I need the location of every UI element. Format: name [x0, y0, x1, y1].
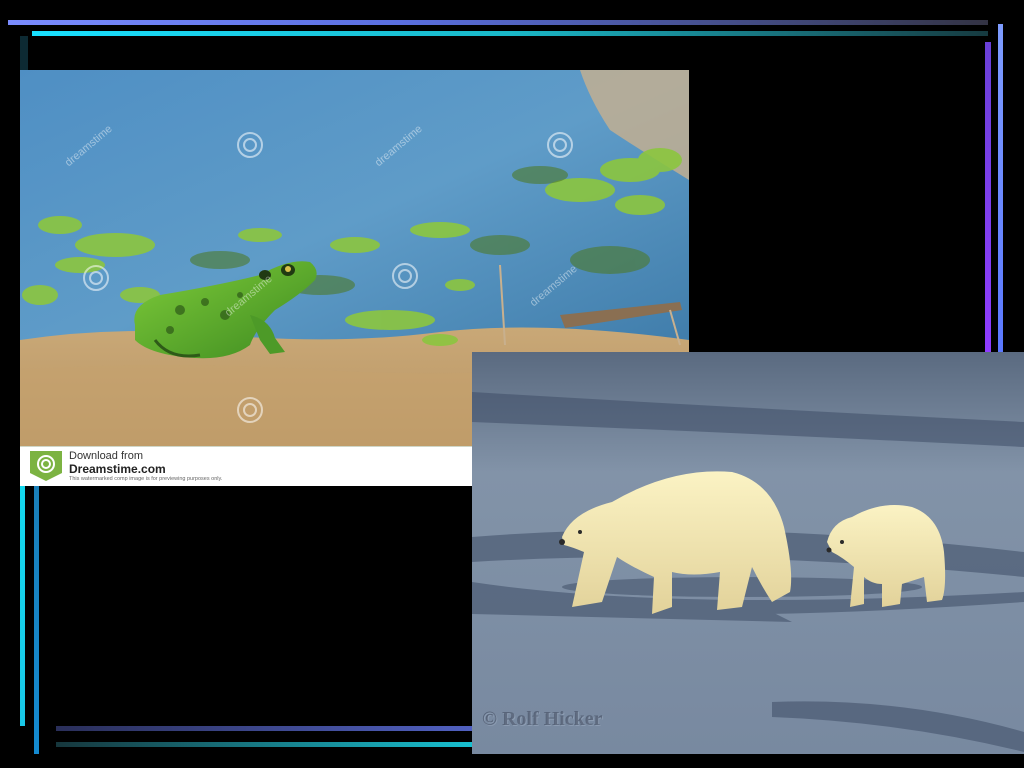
frame-bar-right-purple [985, 42, 991, 352]
dreamstime-banner: Download from Dreamstime.com This waterm… [20, 446, 472, 486]
photo-credit-watermark: © Rolf Hicker [482, 708, 603, 730]
frame-bar-left-blue [34, 486, 39, 754]
frame-bar-right-blue [998, 24, 1003, 352]
frame-bar-top-blue [8, 20, 988, 25]
polar-bear-scene-image [472, 352, 1024, 754]
banner-disclaimer: This watermarked comp image is for previ… [69, 476, 223, 482]
frame-bar-left-stub [20, 36, 28, 70]
frame-bar-left-cyan [20, 486, 25, 726]
frame-bar-bottom-blue [56, 726, 472, 731]
frame-bar-top-cyan [32, 31, 988, 36]
banner-download-from: Download from [69, 450, 143, 462]
slide: dreamstime dreamstime dreamstime dreamst… [0, 0, 1024, 768]
frame-bar-bottom-cyan [56, 742, 472, 747]
dreamstime-logo-icon [30, 451, 62, 481]
banner-site-name: Dreamstime.com [69, 462, 166, 476]
polar-bear-photo: © Rolf Hicker [472, 352, 1024, 754]
